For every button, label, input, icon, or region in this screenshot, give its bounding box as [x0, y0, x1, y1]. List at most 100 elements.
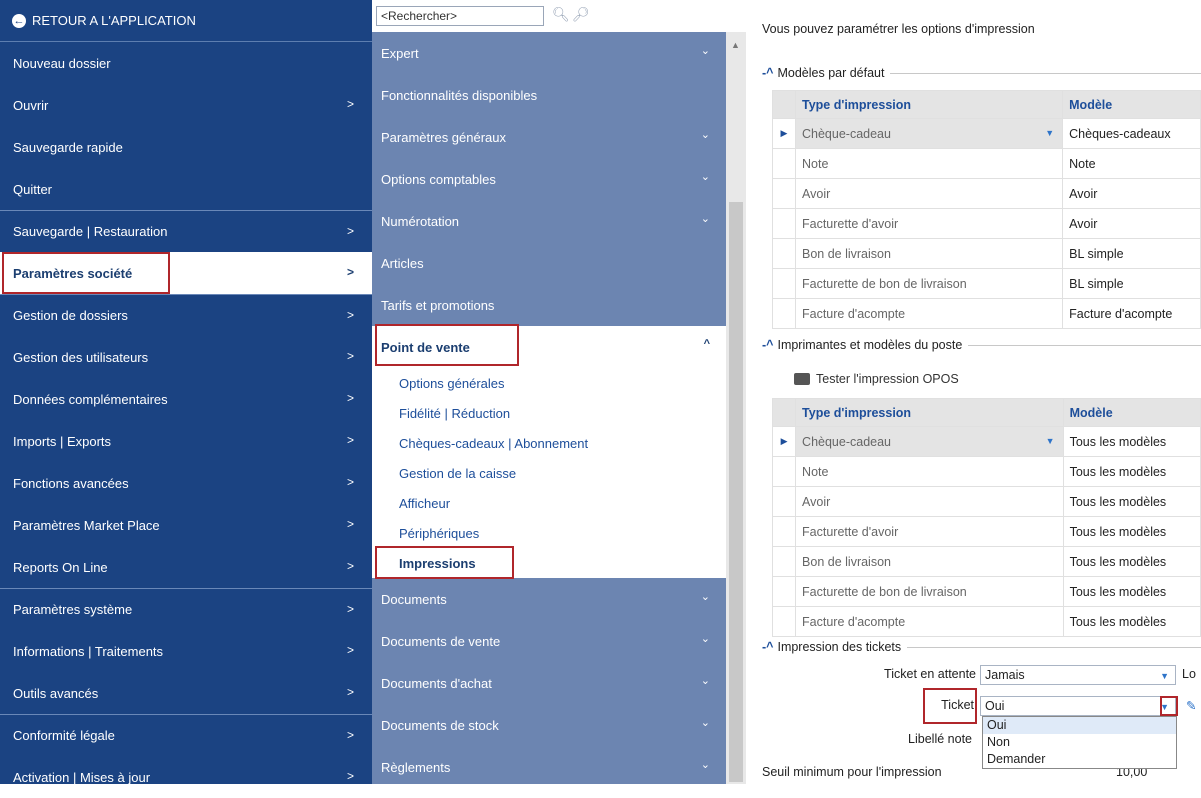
- table-row[interactable]: Avoir Tous les modèles: [771, 486, 1201, 517]
- sub-nav-item[interactable]: Périphériques: [372, 518, 726, 548]
- sidebar-item[interactable]: Conformité légale >: [0, 714, 372, 756]
- nav-item[interactable]: Documents de stock ⌄: [372, 704, 726, 746]
- chevron-down-icon[interactable]: ▼: [1160, 671, 1169, 681]
- collapse-icon[interactable]: -^: [762, 66, 773, 80]
- sidebar-item[interactable]: Données complémentaires >: [0, 378, 372, 420]
- cell-type[interactable]: Facturette de bon de livraison: [795, 576, 1064, 607]
- sidebar-item[interactable]: Sauvegarde | Restauration >: [0, 210, 372, 252]
- sidebar-item[interactable]: Sauvegarde rapide: [0, 126, 372, 168]
- search-clear-icon[interactable]: 🔎︎: [572, 6, 590, 23]
- scroll-up-icon[interactable]: ▲: [731, 40, 740, 50]
- chevron-down-icon[interactable]: ▼: [1045, 128, 1054, 138]
- nav-item[interactable]: Fonctionnalités disponibles: [372, 74, 726, 116]
- sidebar-item[interactable]: Reports On Line >: [0, 546, 372, 588]
- cell-type[interactable]: Chèque-cadeau ▼: [794, 118, 1064, 149]
- sub-nav-item[interactable]: Fidélité | Réduction: [372, 398, 726, 428]
- table-row[interactable]: Avoir Avoir: [772, 178, 1201, 209]
- cell-model[interactable]: Tous les modèles: [1062, 546, 1201, 577]
- chevron-down-icon[interactable]: ▼: [1046, 436, 1055, 446]
- cell-model[interactable]: Avoir: [1062, 208, 1201, 239]
- dropdown-option[interactable]: Demander: [983, 751, 1176, 768]
- cell-type[interactable]: Facturette d'avoir: [795, 516, 1064, 547]
- table-row[interactable]: Facturette de bon de livraison Tous les m…: [771, 576, 1201, 607]
- table-row[interactable]: Facturette d'avoir Avoir: [772, 208, 1201, 239]
- table-row[interactable]: Bon de livraison BL simple: [772, 238, 1201, 269]
- cell-type[interactable]: Note: [794, 148, 1064, 179]
- nav-item[interactable]: Règlements ⌄: [372, 746, 726, 788]
- table-row[interactable]: Facture d'acompte Facture d'acompte: [772, 298, 1201, 329]
- sidebar-item[interactable]: Nouveau dossier: [0, 42, 372, 84]
- column-header-type[interactable]: Type d'impression: [795, 398, 1064, 427]
- cell-model[interactable]: Avoir: [1062, 178, 1201, 209]
- edit-icon[interactable]: ✎: [1186, 698, 1196, 713]
- nav-item[interactable]: Articles: [372, 242, 726, 284]
- collapse-icon[interactable]: -^: [762, 338, 773, 352]
- cell-type[interactable]: Facturette de bon de livraison: [794, 268, 1064, 299]
- table-row[interactable]: Facturette d'avoir Tous les modèles: [771, 516, 1201, 547]
- cell-model[interactable]: Tous les modèles: [1062, 516, 1201, 547]
- cell-type[interactable]: Facture d'acompte: [795, 606, 1064, 637]
- sub-nav-item[interactable]: Chèques-cadeaux | Abonnement: [372, 428, 726, 458]
- cell-type[interactable]: Avoir: [795, 486, 1064, 517]
- ticket-select[interactable]: Oui ▼: [980, 696, 1176, 716]
- group-modeles-par-defaut[interactable]: -^ Modèles par défaut: [762, 66, 1201, 80]
- cell-model[interactable]: Tous les modèles: [1062, 486, 1201, 517]
- table-row[interactable]: ▶ Chèque-cadeau ▼ Chèques-cadeaux: [772, 118, 1201, 149]
- nav-item[interactable]: Paramètres généraux ⌄: [372, 116, 726, 158]
- table-row[interactable]: Facture d'acompte Tous les modèles: [771, 606, 1201, 637]
- nav-item[interactable]: Options comptables ⌄: [372, 158, 726, 200]
- sidebar-item[interactable]: Paramètres système >: [0, 588, 372, 630]
- search-icon[interactable]: 🔍︎: [552, 6, 570, 23]
- sub-nav-item[interactable]: Options générales: [372, 368, 726, 398]
- column-header-type[interactable]: Type d'impression: [794, 90, 1064, 119]
- nav-item[interactable]: Expert ⌄: [372, 32, 726, 74]
- cell-model[interactable]: BL simple: [1062, 268, 1201, 299]
- cell-type[interactable]: Facturette d'avoir: [794, 208, 1064, 239]
- column-header-model[interactable]: Modèle: [1062, 398, 1201, 427]
- cell-model[interactable]: Tous les modèles: [1062, 456, 1201, 487]
- sidebar-item[interactable]: Activation | Mises à jour >: [0, 756, 372, 798]
- vertical-scrollbar[interactable]: ▲: [726, 32, 746, 784]
- cell-model[interactable]: Chèques-cadeaux: [1062, 118, 1201, 149]
- sidebar-item[interactable]: Ouvrir >: [0, 84, 372, 126]
- table-row[interactable]: Note Tous les modèles: [771, 456, 1201, 487]
- back-to-app-button[interactable]: ← RETOUR A L'APPLICATION: [0, 0, 372, 42]
- table-row[interactable]: Bon de livraison Tous les modèles: [771, 546, 1201, 577]
- nav-item[interactable]: Documents ⌄: [372, 578, 726, 620]
- cell-type[interactable]: Bon de livraison: [795, 546, 1064, 577]
- table-row[interactable]: ▶ Chèque-cadeau ▼ Tous les modèles: [771, 426, 1201, 457]
- cell-type[interactable]: Note: [795, 456, 1064, 487]
- ticket-attente-select[interactable]: Jamais ▼: [980, 665, 1176, 685]
- scrollbar-thumb[interactable]: [729, 202, 743, 782]
- sidebar-item[interactable]: Imports | Exports >: [0, 420, 372, 462]
- cell-model[interactable]: Tous les modèles: [1062, 576, 1201, 607]
- test-opos-button[interactable]: Tester l'impression OPOS: [794, 372, 959, 386]
- sub-nav-item[interactable]: Afficheur: [372, 488, 726, 518]
- search-input[interactable]: <Rechercher>: [376, 6, 544, 26]
- cell-model[interactable]: Tous les modèles: [1062, 426, 1201, 457]
- dropdown-option[interactable]: Oui: [983, 717, 1176, 734]
- sidebar-item[interactable]: Outils avancés >: [0, 672, 372, 714]
- cell-type[interactable]: Facture d'acompte: [794, 298, 1064, 329]
- cell-model[interactable]: BL simple: [1062, 238, 1201, 269]
- nav-item[interactable]: Tarifs et promotions: [372, 284, 726, 326]
- cell-type[interactable]: Chèque-cadeau ▼: [795, 426, 1064, 457]
- sidebar-item[interactable]: Quitter: [0, 168, 372, 210]
- cell-type[interactable]: Bon de livraison: [794, 238, 1064, 269]
- sub-nav-item[interactable]: Gestion de la caisse: [372, 458, 726, 488]
- column-header-model[interactable]: Modèle: [1062, 90, 1201, 119]
- collapse-icon[interactable]: -^: [762, 640, 773, 654]
- dropdown-option[interactable]: Non: [983, 734, 1176, 751]
- sidebar-item[interactable]: Gestion des utilisateurs >: [0, 336, 372, 378]
- group-impression-tickets[interactable]: -^ Impression des tickets: [762, 640, 1201, 654]
- table-row[interactable]: Note Note: [772, 148, 1201, 179]
- cell-model[interactable]: Facture d'acompte: [1062, 298, 1201, 329]
- table-row[interactable]: Facturette de bon de livraison BL simple: [772, 268, 1201, 299]
- nav-item[interactable]: Documents d'achat ⌄: [372, 662, 726, 704]
- sidebar-item[interactable]: Informations | Traitements >: [0, 630, 372, 672]
- sidebar-item[interactable]: Paramètres Market Place >: [0, 504, 372, 546]
- group-imprimantes[interactable]: -^ Imprimantes et modèles du poste: [762, 338, 1201, 352]
- nav-item[interactable]: Numérotation ⌄: [372, 200, 726, 242]
- nav-item[interactable]: Documents de vente ⌄: [372, 620, 726, 662]
- sidebar-item[interactable]: Fonctions avancées >: [0, 462, 372, 504]
